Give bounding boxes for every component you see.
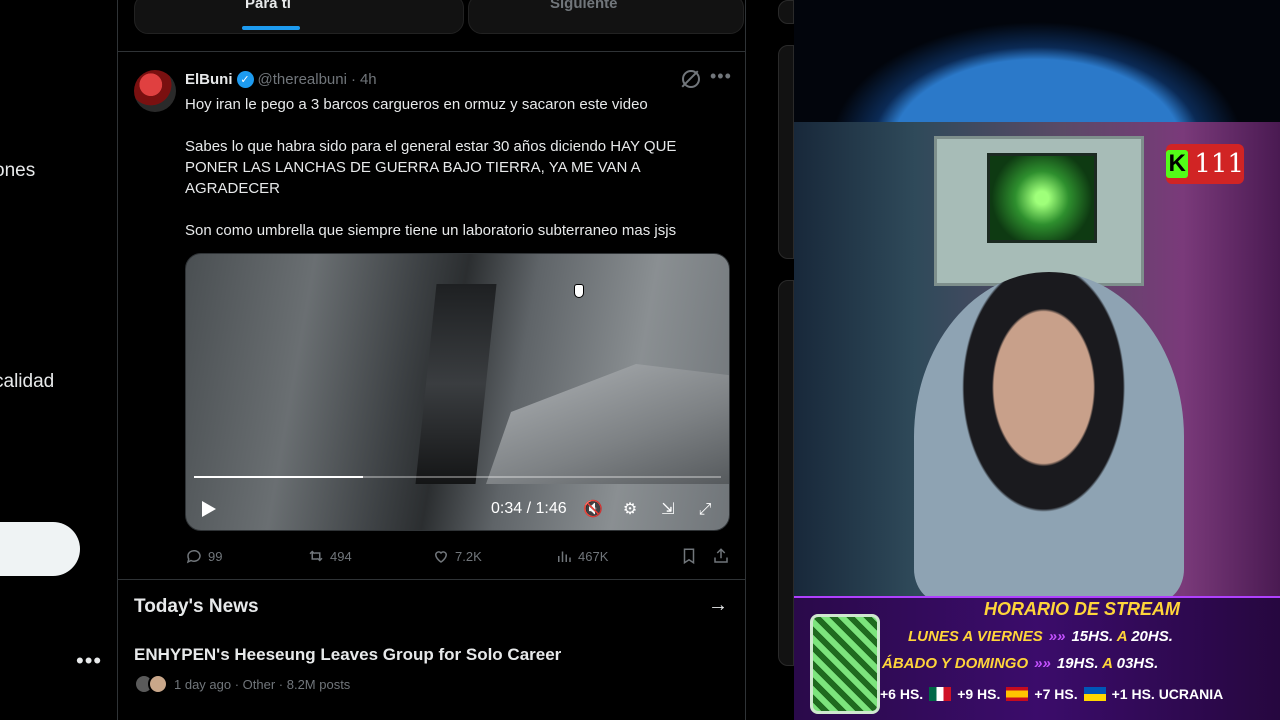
radar-screen: [987, 153, 1097, 243]
news-meta: 1 day ago · Other · 8.2M posts: [134, 674, 350, 694]
timezone-row: +6 HS. +9 HS. +7 HS. +1 HS. UCRANIA: [880, 686, 1223, 702]
bookmark-button[interactable]: [680, 547, 698, 565]
author-handle[interactable]: @therealbuni: [258, 71, 347, 88]
right-panel-card: [778, 45, 794, 259]
repost-button[interactable]: 494: [307, 547, 352, 565]
webcam-feed: [794, 122, 1280, 602]
grok-icon[interactable]: [682, 70, 700, 88]
schedule-sep: A: [1102, 655, 1113, 672]
video-time: 0:34 / 1:46: [491, 500, 567, 517]
mouse-cursor-icon: [574, 284, 584, 298]
timeline: Para ti Siguiente ElBuni ✓ @therealbuni …: [117, 0, 746, 720]
mute-icon[interactable]: 🔇: [583, 500, 603, 520]
settings-gear-icon[interactable]: ⚙: [620, 500, 640, 520]
right-column: [746, 0, 794, 720]
account-more-icon[interactable]: •••: [76, 648, 102, 674]
stream-schedule: HORARIO DE STREAM LUNES A VIERNES »» 15HS.…: [794, 596, 1280, 720]
tweet-paragraph: Hoy iran le pego a 3 barcos cargueros en…: [185, 96, 648, 113]
tweet-text: Hoy iran le pego a 3 barcos cargueros en…: [185, 94, 730, 262]
kick-logo-icon: K: [1166, 150, 1189, 178]
video-controls: 0:34 / 1:46 🔇 ⚙ ⇲ ⤢: [186, 492, 729, 528]
active-tab-indicator: [242, 26, 300, 30]
news-headline[interactable]: ENHYPEN's Heeseung Leaves Group for Solo…: [134, 645, 561, 665]
analytics-icon: [558, 551, 571, 562]
schedule-days: LUNES A VIERNES: [908, 628, 1043, 645]
reply-count: 99: [208, 548, 223, 564]
like-button[interactable]: 7.2K: [432, 547, 482, 565]
right-panel-card: [778, 0, 794, 24]
tweet-more-icon[interactable]: •••: [710, 66, 732, 87]
timeline-tabs: Para ti Siguiente: [118, 0, 745, 52]
separator: ·: [350, 71, 356, 88]
verified-badge-icon: ✓: [236, 71, 254, 88]
post-button[interactable]: [0, 522, 80, 576]
earth-background: [794, 0, 1280, 122]
left-sidebar: ones calidad •••: [0, 0, 117, 720]
views-button[interactable]: 467K: [555, 547, 608, 565]
streamer: [914, 272, 1184, 602]
mexico-flag-icon: [929, 687, 952, 701]
timezone-label: +1 HS. UCRANIA: [1111, 686, 1224, 702]
schedule-sep: A: [1116, 628, 1128, 645]
viewer-count: 111: [1194, 149, 1244, 179]
tab-for-you[interactable]: Para ti: [245, 0, 291, 12]
author-name[interactable]: ElBuni: [185, 71, 233, 88]
avatar[interactable]: [134, 70, 176, 112]
play-icon[interactable]: [202, 501, 216, 517]
video-progress-fill: [194, 476, 363, 478]
sidebar-item-label[interactable]: calidad: [0, 371, 54, 393]
jar-icon: [810, 614, 880, 714]
reply-button[interactable]: 99: [185, 547, 222, 565]
double-arrow-icon: »»: [1048, 628, 1066, 645]
schedule-row: LUNES A VIERNES »» 15HS. A 20HS.: [908, 628, 1173, 645]
schedule-from: 15HS.: [1071, 628, 1114, 645]
bookmark-icon: [683, 548, 695, 565]
repost-count: 494: [330, 548, 352, 564]
share-icon: [714, 548, 728, 563]
picture-in-picture-icon[interactable]: ⇲: [658, 500, 678, 520]
schedule-to: 03HS.: [1116, 655, 1159, 672]
schedule-title: HORARIO DE STREAM: [984, 599, 1181, 619]
tweet[interactable]: ElBuni ✓ @therealbuni · 4h ••• Hoy iran …: [118, 58, 745, 580]
double-arrow-icon: »»: [1034, 655, 1051, 672]
reply-icon: [186, 549, 201, 564]
like-count: 7.2K: [455, 548, 482, 564]
tweet-time[interactable]: 4h: [360, 71, 377, 88]
news-meta-text: 1 day ago · Other · 8.2M posts: [174, 676, 351, 692]
video-progress-bar[interactable]: [194, 476, 721, 478]
video-frame-vehicle: [486, 364, 729, 484]
view-count: 467K: [578, 548, 609, 564]
tweet-actions: 99 494 7.2K 467K: [185, 547, 730, 567]
timezone-label: +7 HS.: [1034, 686, 1078, 702]
arrow-right-icon[interactable]: →: [708, 594, 728, 617]
schedule-days: ÁBADO Y DOMINGO: [882, 655, 1029, 672]
avatar: [148, 674, 168, 694]
tweet-paragraph: Sabes lo que habra sido para el general …: [185, 138, 677, 197]
video-frame-tunnel: [415, 284, 497, 484]
timezone-label: +6 HS.: [880, 686, 924, 702]
sidebar-item-label[interactable]: ones: [0, 160, 35, 182]
stream-overlay: K 111 HORARIO DE STREAM LUNES A VIERNES »…: [794, 0, 1280, 720]
fullscreen-icon[interactable]: ⤢: [695, 500, 715, 520]
video-player[interactable]: 0:34 / 1:46 🔇 ⚙ ⇲ ⤢: [185, 253, 730, 531]
console-prop: [934, 136, 1144, 286]
schedule-from: 19HS.: [1056, 655, 1099, 672]
viewer-count-badge: K 111: [1166, 144, 1244, 184]
spain-flag-icon: [1006, 687, 1029, 701]
tweet-header: ElBuni ✓ @therealbuni · 4h: [185, 71, 377, 88]
ukraine-flag-icon: [1083, 687, 1106, 701]
tweet-paragraph: Son como umbrella que siempre tiene un l…: [185, 222, 677, 239]
heart-icon: [434, 551, 448, 563]
repost-icon: [309, 550, 323, 562]
share-button[interactable]: [712, 547, 730, 565]
news-section-title: Today's News: [134, 596, 259, 617]
tab-following[interactable]: Siguiente: [550, 0, 618, 12]
right-panel-card: [778, 280, 794, 666]
schedule-to: 20HS.: [1131, 628, 1173, 645]
schedule-row: ÁBADO Y DOMINGO »» 19HS. A 03HS.: [882, 655, 1158, 672]
timezone-label: +9 HS.: [957, 686, 1001, 702]
